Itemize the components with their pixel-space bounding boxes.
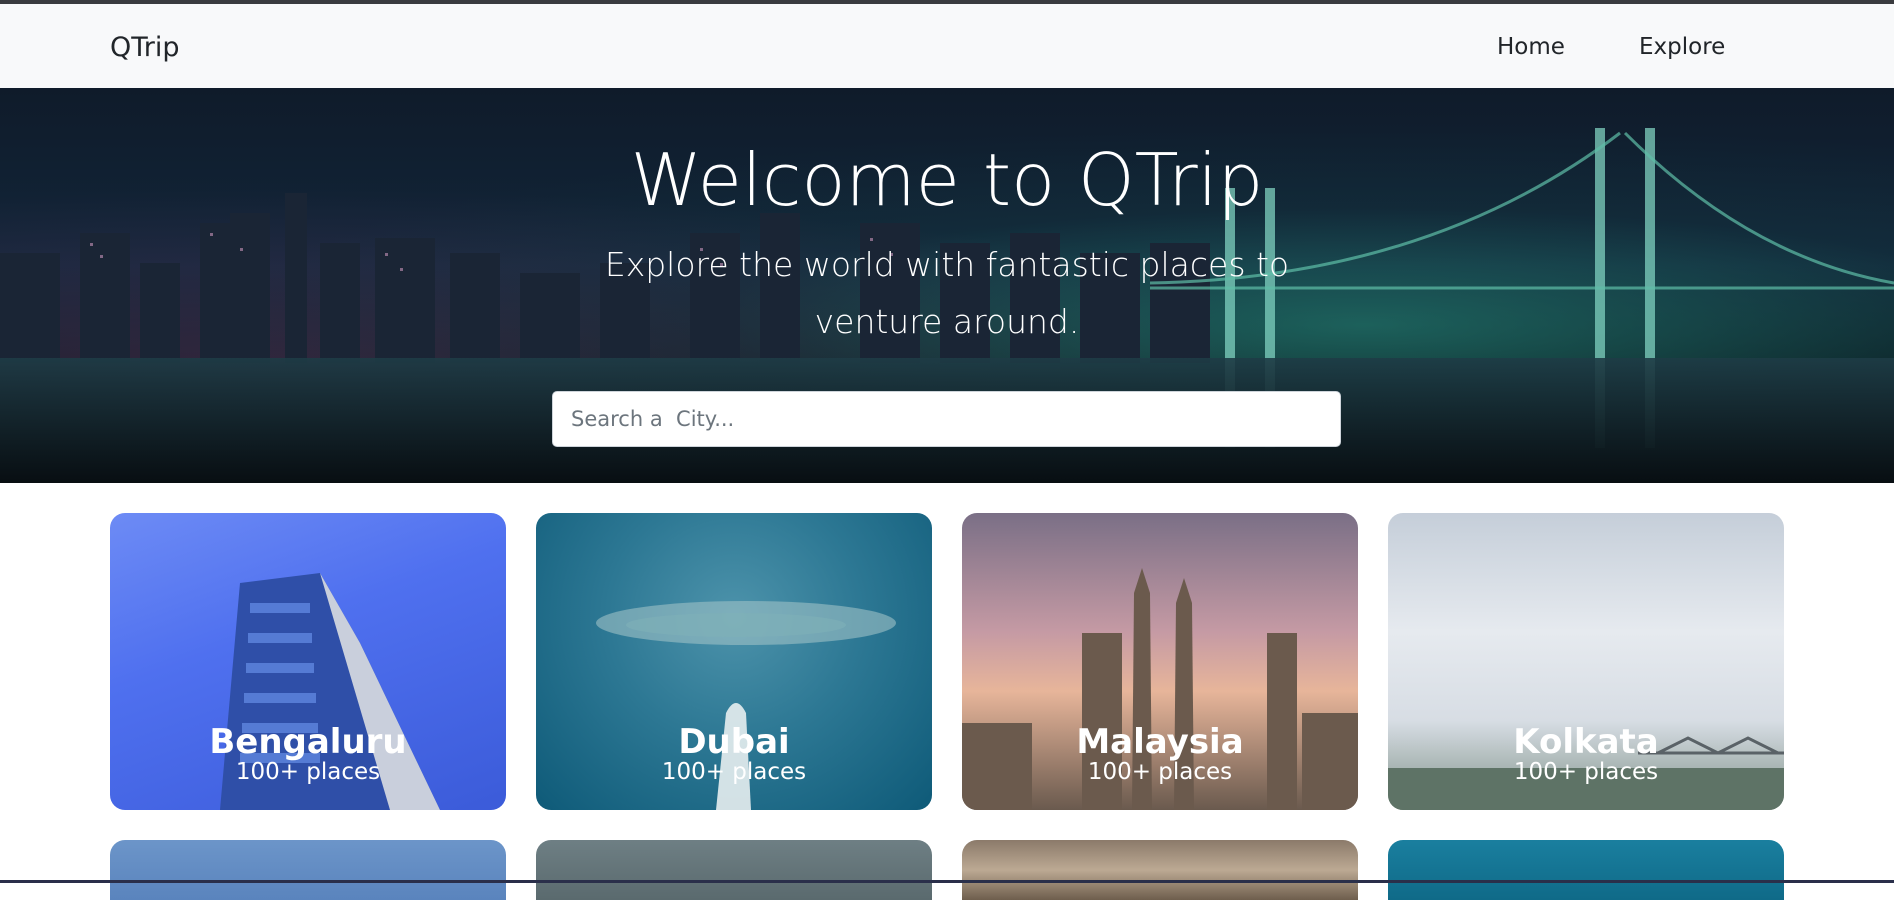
navbar: QTrip Home Explore bbox=[0, 4, 1894, 88]
city-card-malaysia[interactable]: Malaysia 100+ places bbox=[962, 513, 1358, 810]
city-name: Kolkata bbox=[1513, 722, 1659, 762]
city-places-count: 100+ places bbox=[1087, 759, 1233, 785]
city-card-label: Kolkata 100+ places bbox=[1388, 724, 1784, 784]
city-card-label: Malaysia 100+ places bbox=[962, 724, 1358, 784]
hero-title: Welcome to QTrip bbox=[630, 138, 1264, 222]
hero-subtitle: Explore the world with fantastic places … bbox=[604, 245, 1290, 341]
city-card-bengaluru[interactable]: Bengaluru 100+ places bbox=[110, 513, 506, 810]
city-name: Malaysia bbox=[1076, 722, 1244, 762]
city-places-count: 100+ places bbox=[235, 759, 381, 785]
city-name: Dubai bbox=[678, 722, 790, 762]
city-card-label: Bengaluru 100+ places bbox=[110, 724, 506, 784]
city-card-dubai[interactable]: Dubai 100+ places bbox=[536, 513, 932, 810]
city-card-partial[interactable] bbox=[110, 840, 506, 900]
city-places-count: 100+ places bbox=[661, 759, 807, 785]
city-card-partial[interactable] bbox=[536, 840, 932, 900]
city-search-input[interactable] bbox=[552, 391, 1341, 447]
city-places-count: 100+ places bbox=[1513, 759, 1659, 785]
city-card-partial[interactable] bbox=[962, 840, 1358, 900]
city-card-partial[interactable] bbox=[1388, 840, 1784, 900]
city-card-kolkata[interactable]: Kolkata 100+ places bbox=[1388, 513, 1784, 810]
nav-link-home[interactable]: Home bbox=[1497, 34, 1565, 60]
brand-logo-link[interactable]: QTrip bbox=[110, 32, 180, 63]
nav-link-explore[interactable]: Explore bbox=[1639, 34, 1725, 60]
city-name: Bengaluru bbox=[209, 722, 407, 762]
city-card-label: Dubai 100+ places bbox=[536, 724, 932, 784]
